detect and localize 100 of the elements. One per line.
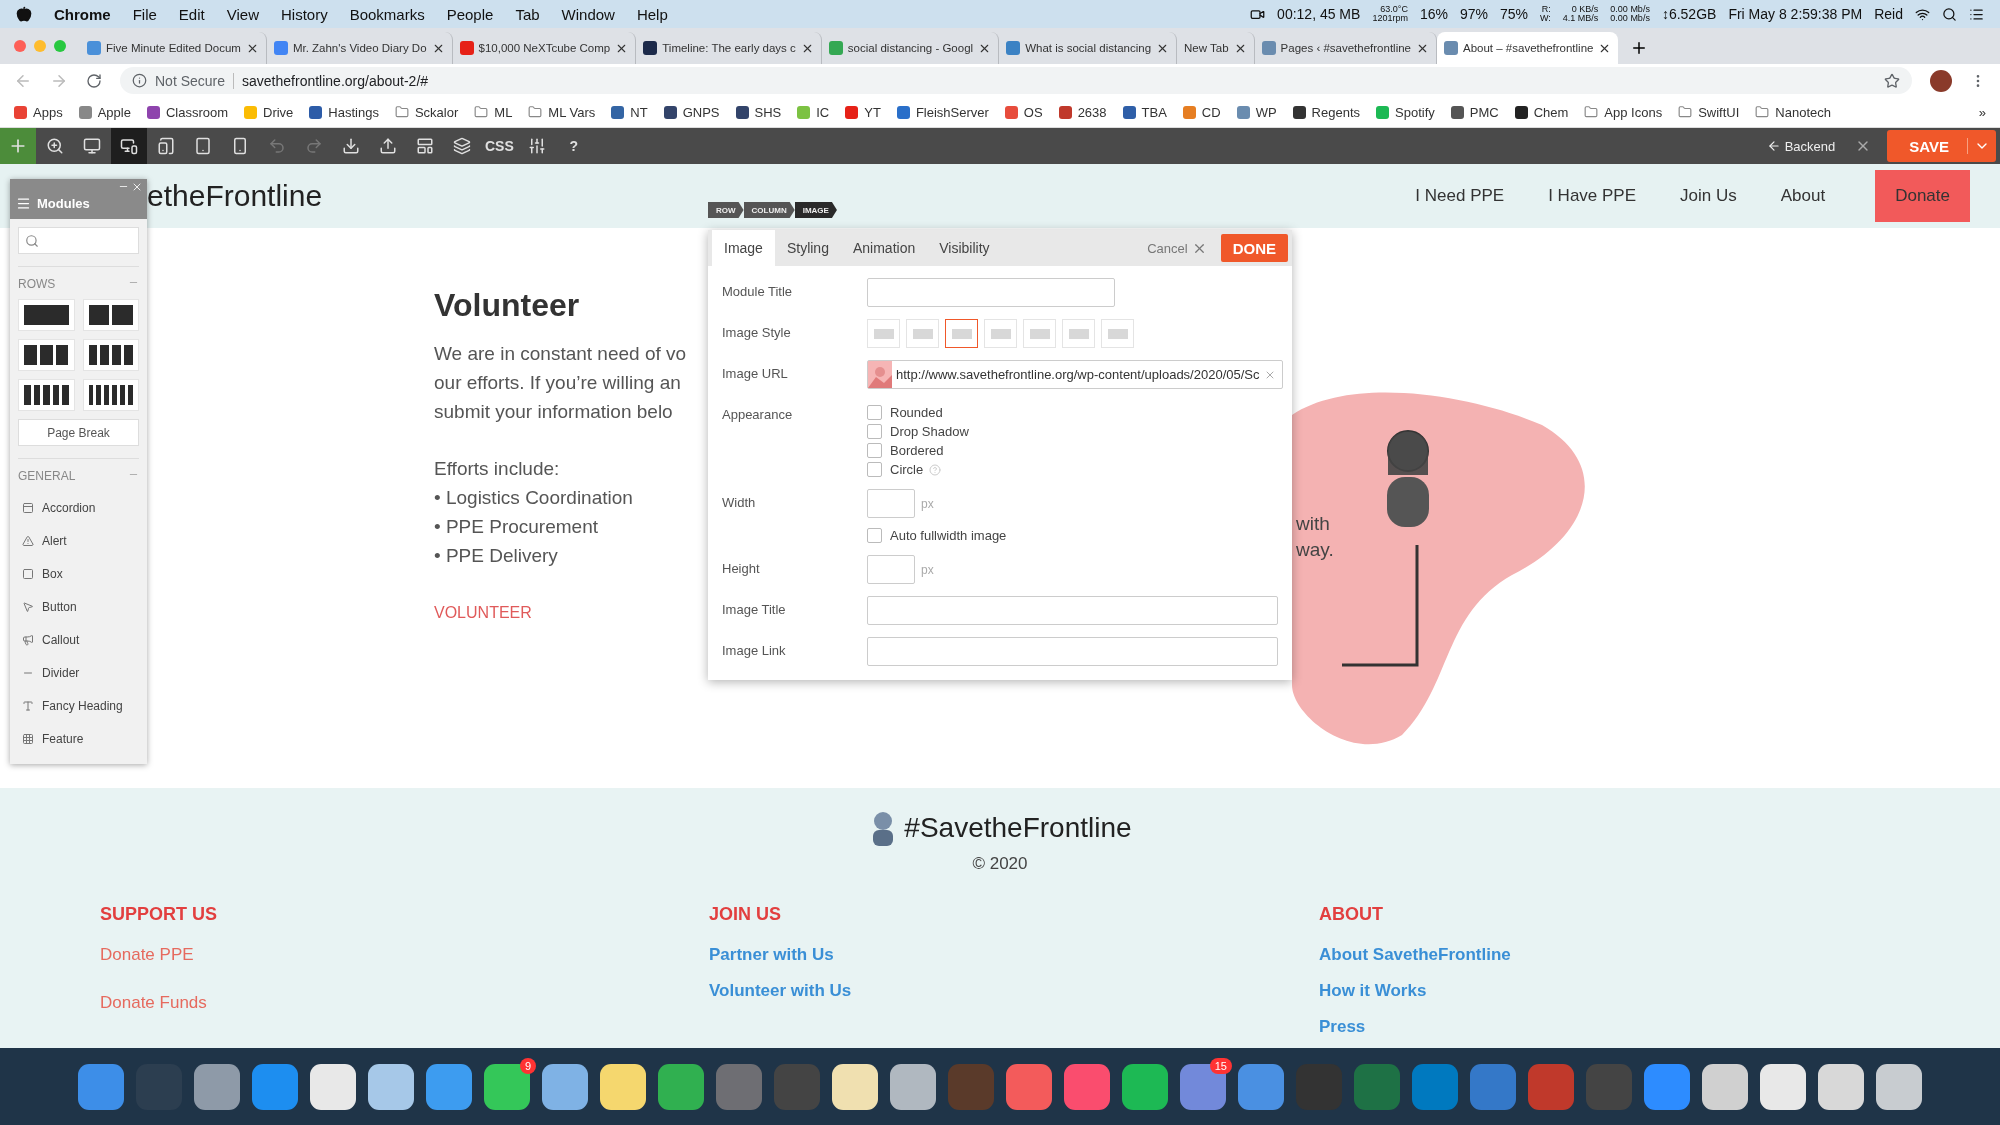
breadcrumb-item[interactable]: ROW bbox=[708, 202, 744, 218]
checkbox-option[interactable]: Rounded bbox=[867, 405, 943, 420]
more-bookmarks-button[interactable]: » bbox=[1978, 104, 1986, 120]
bookmark-item[interactable]: Sckalor bbox=[394, 104, 459, 120]
status-item[interactable]: 0 KB/s 4.1 MB/s bbox=[1562, 5, 1599, 23]
donate-button[interactable]: Donate bbox=[1875, 170, 1970, 222]
bookmark-item[interactable]: NT bbox=[611, 104, 648, 120]
avatar-icon[interactable] bbox=[1930, 69, 1952, 92]
dialog-tab[interactable]: Visibility bbox=[927, 230, 1002, 266]
browser-tab[interactable]: About – #savethefrontline bbox=[1437, 32, 1619, 64]
nav-link[interactable]: Join Us bbox=[1680, 186, 1737, 206]
status-item[interactable]: ↕6.52GB bbox=[1661, 7, 1717, 21]
app-icon[interactable] bbox=[310, 1063, 356, 1110]
dialog-tab[interactable]: Styling bbox=[774, 230, 841, 266]
status-item[interactable]: 75% bbox=[1499, 7, 1528, 21]
bookmark-star-icon[interactable] bbox=[1884, 72, 1900, 89]
app-icon[interactable] bbox=[484, 1063, 530, 1110]
checkbox-option[interactable]: Drop Shadow bbox=[867, 424, 969, 439]
list-icon[interactable] bbox=[1969, 6, 1984, 22]
status-item[interactable]: R: W: bbox=[1540, 5, 1551, 23]
bookmark-item[interactable]: PMC bbox=[1450, 104, 1499, 120]
bookmark-item[interactable]: Apps bbox=[14, 104, 63, 120]
status-item[interactable]: 00:12, 45 MB bbox=[1277, 7, 1361, 21]
app-icon[interactable] bbox=[1876, 1063, 1922, 1110]
search-field[interactable] bbox=[18, 227, 139, 254]
menu-item[interactable]: Help bbox=[636, 5, 668, 23]
app-icon[interactable] bbox=[890, 1063, 936, 1110]
row-layout-option[interactable] bbox=[82, 379, 139, 411]
bookmark-item[interactable]: FleishServer bbox=[896, 104, 989, 120]
bookmark-item[interactable]: Nanotech bbox=[1755, 104, 1831, 120]
dialog-tab[interactable]: Animation bbox=[840, 230, 928, 266]
bookmark-item[interactable]: OS bbox=[1004, 104, 1043, 120]
row-layout-option[interactable] bbox=[18, 299, 75, 331]
menu-icon[interactable] bbox=[16, 195, 31, 211]
nav-link[interactable]: About bbox=[1780, 186, 1826, 206]
bookmark-item[interactable]: App Icons bbox=[1584, 104, 1663, 120]
volunteer-link[interactable]: VOLUNTEER bbox=[434, 598, 532, 627]
status-item[interactable]: 97% bbox=[1459, 7, 1488, 21]
module-item[interactable]: Alert bbox=[18, 524, 139, 557]
row-layout-option[interactable] bbox=[82, 299, 139, 331]
app-icon[interactable] bbox=[832, 1063, 878, 1110]
menu-item[interactable]: File bbox=[132, 5, 157, 23]
menu-item[interactable]: Chrome bbox=[54, 5, 111, 23]
image-url-field[interactable]: http://www.savethefrontline.org/wp-content/uploads/2020/05/Sc bbox=[867, 360, 1283, 389]
app-icon[interactable] bbox=[1818, 1063, 1864, 1110]
toolbar-button[interactable] bbox=[111, 128, 147, 164]
reload-icon[interactable] bbox=[86, 72, 102, 89]
bookmark-item[interactable]: Spotify bbox=[1376, 104, 1435, 120]
menu-item[interactable]: Bookmarks bbox=[349, 5, 425, 23]
cancel-button[interactable]: Cancel bbox=[1141, 230, 1213, 266]
bookmark-item[interactable]: SHS bbox=[735, 104, 782, 120]
breadcrumb-item[interactable]: COLUMN bbox=[743, 202, 795, 218]
menu-item[interactable]: View bbox=[226, 5, 259, 23]
image-title-field[interactable] bbox=[867, 596, 1278, 625]
nav-link[interactable]: I Need PPE bbox=[1415, 186, 1505, 206]
bookmark-item[interactable]: Regents bbox=[1292, 104, 1360, 120]
bookmark-item[interactable]: TBA bbox=[1122, 104, 1167, 120]
menu-item[interactable]: Tab bbox=[515, 5, 540, 23]
row-layout-option[interactable] bbox=[18, 339, 75, 371]
menu-item[interactable]: History bbox=[280, 5, 328, 23]
toolbar-button[interactable]: CSS bbox=[481, 128, 518, 164]
app-icon[interactable] bbox=[658, 1063, 704, 1110]
module-item[interactable]: Fancy Heading bbox=[18, 689, 139, 722]
bookmark-item[interactable]: IC bbox=[797, 104, 830, 120]
module-item[interactable]: Box bbox=[18, 557, 139, 590]
bookmark-item[interactable]: Classroom bbox=[146, 104, 228, 120]
bookmark-item[interactable]: CD bbox=[1182, 104, 1221, 120]
image-style-option[interactable] bbox=[945, 319, 978, 348]
nav-link[interactable]: I Have PPE bbox=[1548, 186, 1637, 206]
height-field[interactable] bbox=[867, 555, 915, 584]
search-icon[interactable] bbox=[1942, 6, 1957, 22]
bookmark-item[interactable]: 2638 bbox=[1058, 104, 1107, 120]
address-field[interactable]: Not Secure savethefrontline.org/about-2/# bbox=[120, 67, 1912, 94]
bookmark-item[interactable]: WP bbox=[1236, 104, 1277, 120]
status-item[interactable]: Reid bbox=[1874, 7, 1903, 21]
bookmark-item[interactable]: Apple bbox=[78, 104, 131, 120]
status-item[interactable]: Fri May 8 2:59:38 PM bbox=[1728, 7, 1863, 21]
status-item[interactable]: 63.0°C 1201rpm bbox=[1372, 5, 1408, 23]
bookmark-item[interactable]: GNPS bbox=[663, 104, 720, 120]
app-icon[interactable] bbox=[1702, 1063, 1748, 1110]
bookmark-item[interactable]: Drive bbox=[244, 104, 294, 120]
module-item[interactable]: Accordion bbox=[18, 491, 139, 524]
row-layout-option[interactable] bbox=[82, 339, 139, 371]
module-title-field[interactable] bbox=[867, 278, 1115, 307]
width-field[interactable] bbox=[867, 489, 915, 518]
bookmark-item[interactable]: ML bbox=[474, 104, 513, 120]
module-item[interactable]: Callout bbox=[18, 623, 139, 656]
app-icon[interactable] bbox=[368, 1063, 414, 1110]
dialog-tab[interactable]: Image bbox=[712, 230, 775, 266]
apple-logo-icon[interactable] bbox=[16, 6, 32, 22]
breadcrumb-item[interactable]: IMAGE bbox=[794, 202, 837, 218]
image-link-field[interactable] bbox=[867, 637, 1278, 666]
menu-item[interactable]: Edit bbox=[178, 5, 205, 23]
backend-button[interactable]: Backend bbox=[1760, 137, 1842, 155]
bookmark-item[interactable]: ML Vars bbox=[528, 104, 596, 120]
bookmark-item[interactable]: YT bbox=[845, 104, 881, 120]
checkbox-option[interactable]: Bordered bbox=[867, 443, 944, 458]
bookmark-item[interactable]: Chem bbox=[1514, 104, 1569, 120]
site-logo[interactable]: etheFrontline bbox=[147, 179, 323, 213]
module-item[interactable]: Button bbox=[18, 590, 139, 623]
